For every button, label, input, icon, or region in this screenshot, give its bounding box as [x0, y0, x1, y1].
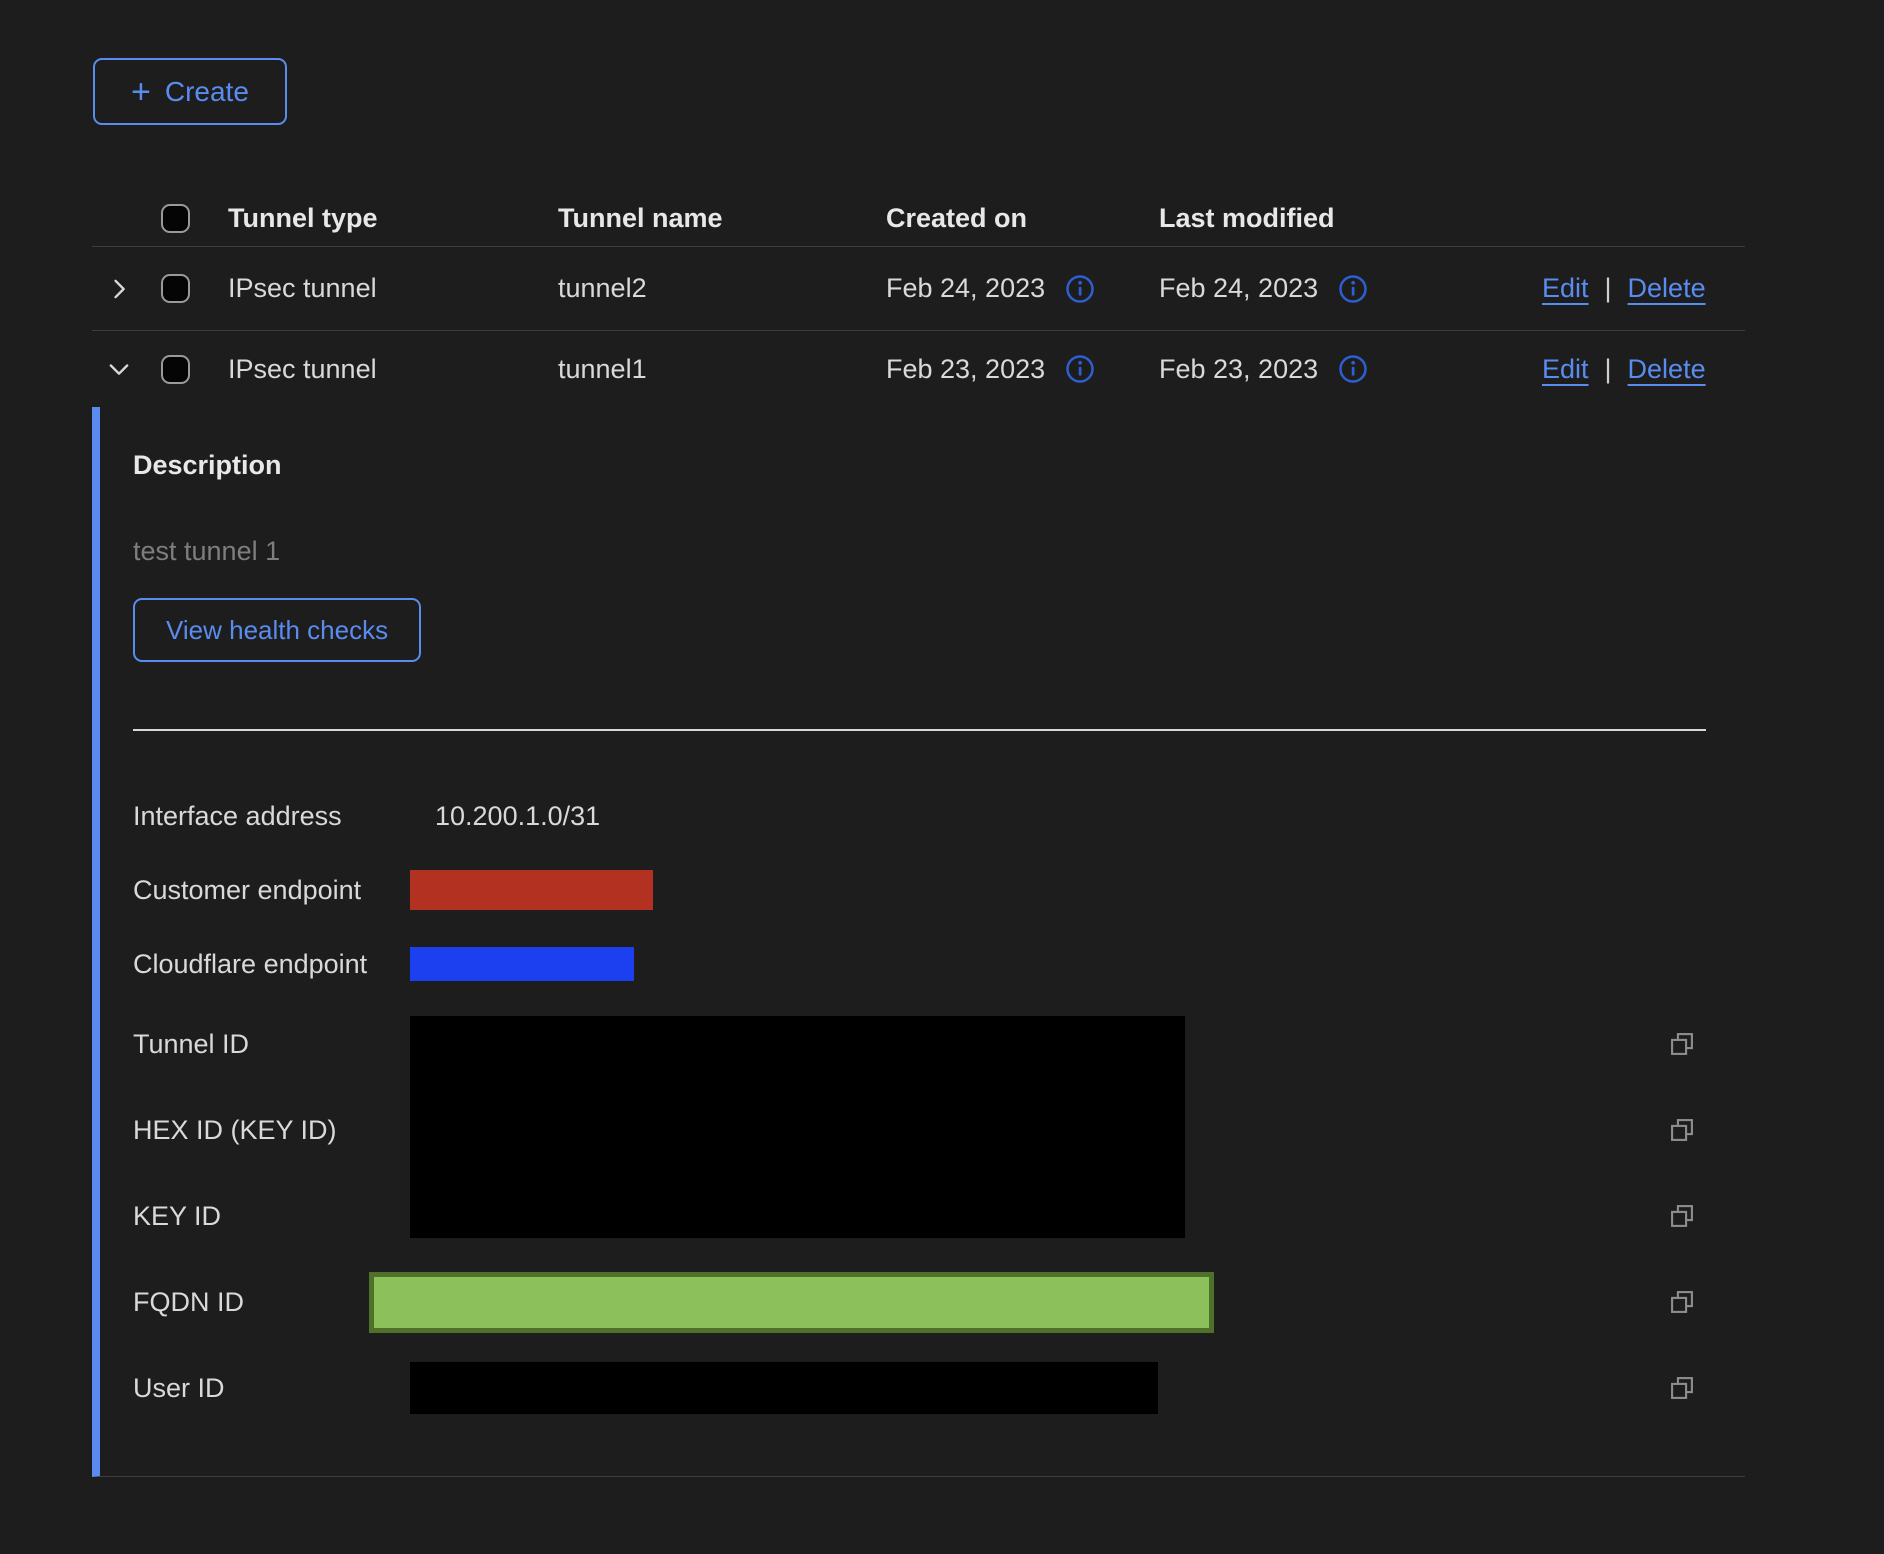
- description-label: Description: [133, 450, 1745, 481]
- create-button[interactable]: + Create: [93, 58, 287, 125]
- created-on-cell: Feb 23, 2023: [886, 354, 1045, 385]
- copy-button[interactable]: [1668, 1116, 1696, 1144]
- header-last-modified: Last modified: [1159, 203, 1530, 234]
- delete-link[interactable]: Delete: [1628, 273, 1706, 304]
- detail-row-user-id: User ID: [133, 1345, 1746, 1431]
- copy-icon: [1668, 1030, 1696, 1058]
- interface-address-label: Interface address: [133, 801, 410, 832]
- tunnel-details: Interface address 10.200.1.0/31 Customer…: [133, 731, 1746, 1431]
- redacted-ids-block: [410, 1016, 1185, 1238]
- action-separator: |: [1605, 273, 1612, 304]
- copy-button[interactable]: [1668, 1202, 1696, 1230]
- action-separator: |: [1605, 354, 1612, 385]
- info-icon[interactable]: [1338, 354, 1368, 384]
- expand-row-button[interactable]: [105, 275, 133, 303]
- tunnel-id-label: Tunnel ID: [133, 1029, 410, 1060]
- header-created-on: Created on: [886, 203, 1159, 234]
- redacted-cloudflare-endpoint: [410, 947, 634, 981]
- create-button-label: Create: [165, 76, 249, 108]
- tunnel-name-cell: tunnel1: [558, 354, 886, 385]
- copy-icon: [1668, 1288, 1696, 1316]
- copy-icon: [1668, 1116, 1696, 1144]
- tunnel-type-cell: IPsec tunnel: [228, 273, 558, 304]
- tunnel-name-cell: tunnel2: [558, 273, 886, 304]
- chevron-right-icon: [105, 275, 133, 303]
- cloudflare-endpoint-label: Cloudflare endpoint: [133, 949, 410, 980]
- table-header-row: Tunnel type Tunnel name Created on Last …: [92, 190, 1745, 247]
- copy-button[interactable]: [1668, 1374, 1696, 1402]
- detail-row-interface-address: Interface address 10.200.1.0/31: [133, 779, 1746, 853]
- view-health-checks-label: View health checks: [166, 615, 388, 646]
- tunnels-table: Tunnel type Tunnel name Created on Last …: [92, 190, 1745, 407]
- row-checkbox[interactable]: [161, 274, 190, 303]
- detail-row-cloudflare-endpoint: Cloudflare endpoint: [133, 927, 1746, 1001]
- redacted-user-id: [410, 1362, 1158, 1414]
- copy-icon: [1668, 1374, 1696, 1402]
- info-icon[interactable]: [1065, 354, 1095, 384]
- tunnels-page: + Create Tunnel type Tunnel name Created…: [0, 0, 1884, 1554]
- created-on-cell: Feb 24, 2023: [886, 273, 1045, 304]
- edit-link[interactable]: Edit: [1542, 273, 1589, 304]
- view-health-checks-button[interactable]: View health checks: [133, 598, 421, 662]
- info-icon[interactable]: [1338, 274, 1368, 304]
- hex-id-label: HEX ID (KEY ID): [133, 1115, 410, 1146]
- collapse-row-button[interactable]: [105, 355, 133, 383]
- copy-button[interactable]: [1668, 1030, 1696, 1058]
- last-modified-cell: Feb 23, 2023: [1159, 354, 1318, 385]
- description-value: test tunnel 1: [133, 536, 1745, 567]
- key-id-label: KEY ID: [133, 1201, 410, 1232]
- redacted-fqdn-id: [369, 1272, 1214, 1333]
- customer-endpoint-label: Customer endpoint: [133, 875, 410, 906]
- interface-address-value: 10.200.1.0/31: [435, 801, 600, 832]
- user-id-label: User ID: [133, 1373, 410, 1404]
- row-checkbox[interactable]: [161, 355, 190, 384]
- header-tunnel-name: Tunnel name: [558, 203, 886, 234]
- delete-link[interactable]: Delete: [1628, 354, 1706, 385]
- plus-icon: +: [131, 75, 151, 109]
- redacted-customer-endpoint: [410, 870, 653, 910]
- detail-row-fqdn-id: FQDN ID: [133, 1259, 1746, 1345]
- last-modified-cell: Feb 24, 2023: [1159, 273, 1318, 304]
- table-row: IPsec tunnel tunnel2 Feb 24, 2023 Feb 24…: [92, 247, 1745, 331]
- chevron-down-icon: [105, 355, 133, 383]
- edit-link[interactable]: Edit: [1542, 354, 1589, 385]
- copy-button[interactable]: [1668, 1288, 1696, 1316]
- detail-row-customer-endpoint: Customer endpoint: [133, 853, 1746, 927]
- header-tunnel-type: Tunnel type: [228, 203, 558, 234]
- table-row: IPsec tunnel tunnel1 Feb 23, 2023 Feb 23…: [92, 331, 1745, 407]
- select-all-checkbox[interactable]: [161, 204, 190, 233]
- tunnel-type-cell: IPsec tunnel: [228, 354, 558, 385]
- info-icon[interactable]: [1065, 274, 1095, 304]
- copy-icon: [1668, 1202, 1696, 1230]
- expanded-row-panel: Description test tunnel 1 View health ch…: [92, 407, 1745, 1477]
